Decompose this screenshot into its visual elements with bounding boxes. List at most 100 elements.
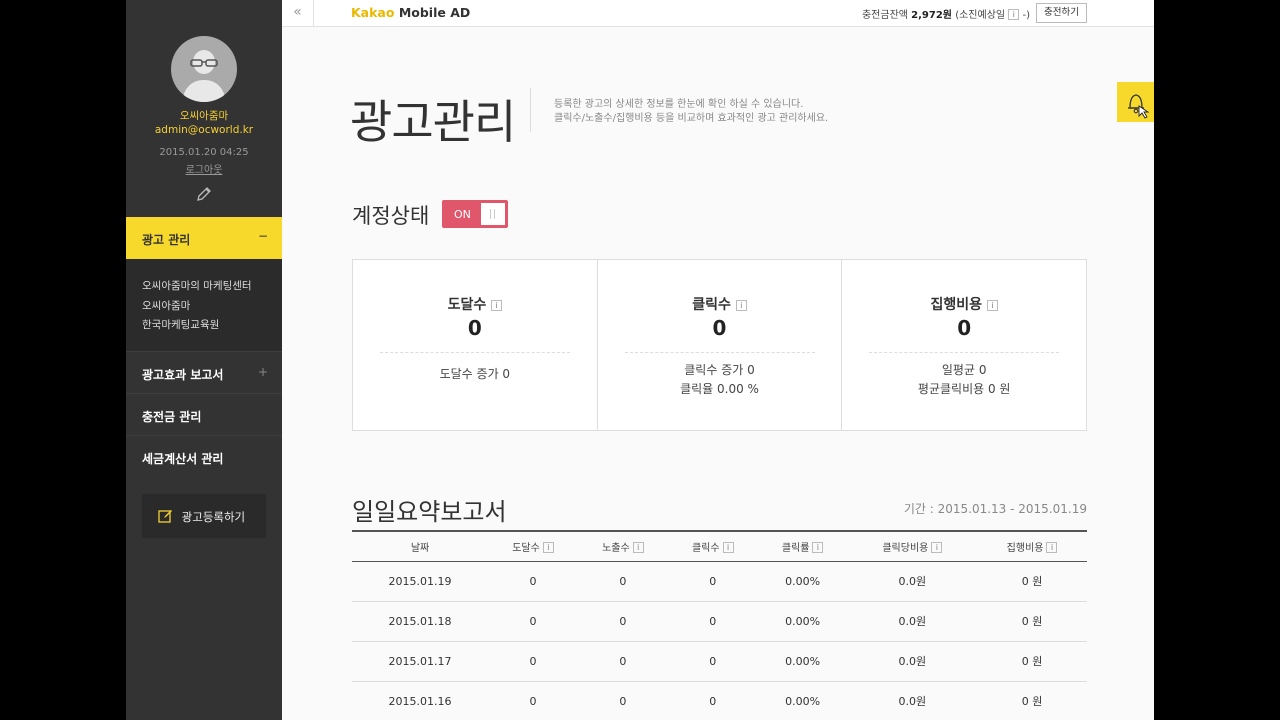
table-cell: 0 xyxy=(709,694,717,708)
stat-value: 0 xyxy=(957,316,972,340)
table-cell: 2015.01.18 xyxy=(388,614,452,628)
table-cell: 0 xyxy=(529,614,537,628)
glasses-icon xyxy=(190,59,218,67)
top-bar: « Kakao Mobile AD 충전금잔액 2,972원 (소진예상일 i … xyxy=(282,0,1154,27)
info-icon[interactable]: i xyxy=(1008,9,1020,20)
submenu-item[interactable]: 오씨아줌마 xyxy=(142,297,266,317)
table-cell: 0.0원 xyxy=(898,695,927,708)
table-cell: 0 xyxy=(619,654,627,668)
sidebar-submenu: 오씨아줌마의 마케팅센터 오씨아줌마 한국마케팅교육원 xyxy=(126,259,282,351)
stat-value: 0 xyxy=(467,316,482,340)
table-cell: 0 원 xyxy=(1021,655,1043,668)
collapse-icon[interactable]: − xyxy=(258,229,268,243)
toggle-knob xyxy=(481,203,505,225)
table-cell: 0 xyxy=(529,574,537,588)
column-header: 집행비용 i xyxy=(977,531,1087,561)
table-cell: 2015.01.16 xyxy=(388,694,452,708)
table-cell: 0 원 xyxy=(1021,575,1043,588)
stat-reach: 도달수 i 0 도달수 증가 0 xyxy=(353,260,598,430)
sidebar-item-balance[interactable]: 충전금 관리 xyxy=(126,393,282,435)
profile-login-date: 2015.01.20 04:25 xyxy=(159,147,249,158)
table-cell: 0 xyxy=(709,654,717,668)
stat-clicks: 클릭수 i 0 클릭수 증가 0 클릭율 0.00 % xyxy=(598,260,843,430)
info-icon[interactable]: i xyxy=(722,541,734,553)
table-cell: 2015.01.19 xyxy=(388,574,452,588)
page-title: 광고관리 xyxy=(350,95,516,149)
table-cell: 0 원 xyxy=(1021,695,1043,708)
table-row: 2015.01.18 0 0 0 0.00% 0.0원 0 원 xyxy=(352,601,1087,641)
table-cell: 2015.01.17 xyxy=(388,654,452,668)
column-header: 날짜 xyxy=(410,542,430,554)
logout-link[interactable]: 로그아웃 xyxy=(186,161,223,176)
info-icon[interactable]: i xyxy=(735,300,747,311)
stats-panel: 도달수 i 0 도달수 증가 0 클릭수 i 0 클릭수 증가 0 클릭율 0.… xyxy=(352,259,1087,431)
stat-cost: 집행비용 i 0 일평균 0 평균클릭비용 0 원 xyxy=(842,260,1086,430)
daily-report-table: 날짜 도달수 i 노출수 i 클릭수 i 클릭률 i 클릭당비용 i 집행비용 i 2015.01.19… xyxy=(352,530,1087,720)
info-icon[interactable]: i xyxy=(491,300,503,311)
sidebar: 오씨아줌마 admin@ocworld.kr 2015.01.20 04:25 … xyxy=(126,0,282,720)
stat-value: 0 xyxy=(712,316,727,340)
table-cell: 0 xyxy=(619,694,627,708)
avatar xyxy=(171,36,237,102)
info-icon[interactable]: i xyxy=(931,541,943,553)
stat-sub: 도달수 증가 0 xyxy=(439,367,511,381)
profile-name: 오씨아줌마 xyxy=(179,110,229,122)
column-header: 클릭률 i xyxy=(758,531,848,561)
info-icon[interactable]: i xyxy=(812,541,824,553)
stat-sub: 평균클릭비용 0 원 xyxy=(917,382,1011,396)
info-icon[interactable]: i xyxy=(542,541,554,553)
table-row: 2015.01.19 0 0 0 0.00% 0.0원 0 원 xyxy=(352,561,1087,601)
table-cell: 0 xyxy=(619,574,627,588)
table-row: 2015.01.17 0 0 0 0.00% 0.0원 0 원 xyxy=(352,641,1087,681)
account-status-toggle[interactable]: ON xyxy=(442,200,508,228)
toggle-state-label: ON xyxy=(454,208,471,221)
column-header: 클릭수 i xyxy=(668,531,758,561)
balance-info: 충전금잔액 2,972원 (소진예상일 i -) xyxy=(861,9,1030,21)
table-cell: 0.0원 xyxy=(898,615,927,628)
profile-panel: 오씨아줌마 admin@ocworld.kr 2015.01.20 04:25 … xyxy=(126,0,282,217)
info-icon[interactable]: i xyxy=(986,300,998,311)
expand-icon[interactable]: + xyxy=(258,365,268,379)
table-cell: 0.00% xyxy=(785,614,821,628)
register-ad-button[interactable]: 광고등록하기 xyxy=(142,494,266,538)
table-cell: 0 원 xyxy=(1021,615,1043,628)
table-cell: 0.00% xyxy=(785,694,821,708)
charge-button[interactable]: 충전하기 xyxy=(1036,3,1087,23)
table-row: 2015.01.16 0 0 0 0.00% 0.0원 0 원 xyxy=(352,681,1087,720)
stat-sub: 일평균 0 xyxy=(941,363,987,377)
stat-sub: 클릭수 증가 0 xyxy=(684,363,755,377)
table-cell: 0.00% xyxy=(785,654,821,668)
column-header: 도달수 i xyxy=(488,531,578,561)
table-cell: 0 xyxy=(619,614,627,628)
page-description: 등록한 광고의 상세한 정보를 한눈에 확인 하실 수 있습니다. 클릭수/노출… xyxy=(554,99,829,124)
stat-label: 도달수 xyxy=(447,297,487,313)
info-icon[interactable]: i xyxy=(1046,541,1058,553)
column-header: 노출수 i xyxy=(578,531,668,561)
sidebar-item-tax-invoice[interactable]: 세금계산서 관리 xyxy=(126,435,282,477)
info-icon[interactable]: i xyxy=(632,541,644,553)
balance-value: 2,972원 xyxy=(911,10,953,21)
brand-logo: Kakao Mobile AD xyxy=(351,5,471,20)
daily-report-title: 일일요약보고서 xyxy=(352,498,507,526)
submenu-item[interactable]: 한국마케팅교육원 xyxy=(142,316,266,336)
pencil-icon[interactable] xyxy=(195,185,213,207)
account-status-label: 계정상태 xyxy=(352,204,430,228)
profile-email: admin@ocworld.kr xyxy=(154,124,254,136)
submenu-item[interactable]: 오씨아줌마의 마케팅센터 xyxy=(142,277,266,297)
table-cell: 0 xyxy=(529,654,537,668)
register-ad-label: 광고등록하기 xyxy=(181,510,246,524)
table-cell: 0.0원 xyxy=(898,655,927,668)
collapse-sidebar-icon[interactable]: « xyxy=(282,0,314,26)
table-cell: 0 xyxy=(709,614,717,628)
sidebar-item-label: 세금계산서 관리 xyxy=(142,452,224,466)
stat-sub: 클릭율 0.00 % xyxy=(680,382,759,396)
edit-note-icon xyxy=(158,510,172,523)
sidebar-item-ad-management[interactable]: 광고 관리 − xyxy=(126,217,282,259)
bell-icon[interactable] xyxy=(1117,82,1154,122)
sidebar-item-label: 광고 관리 xyxy=(142,233,191,247)
title-divider xyxy=(530,88,531,132)
sidebar-item-report[interactable]: 광고효과 보고서 + xyxy=(126,351,282,393)
app-screen: 오씨아줌마 admin@ocworld.kr 2015.01.20 04:25 … xyxy=(126,0,1154,720)
sidebar-item-label: 충전금 관리 xyxy=(142,410,202,424)
sidebar-item-label: 광고효과 보고서 xyxy=(142,368,224,382)
